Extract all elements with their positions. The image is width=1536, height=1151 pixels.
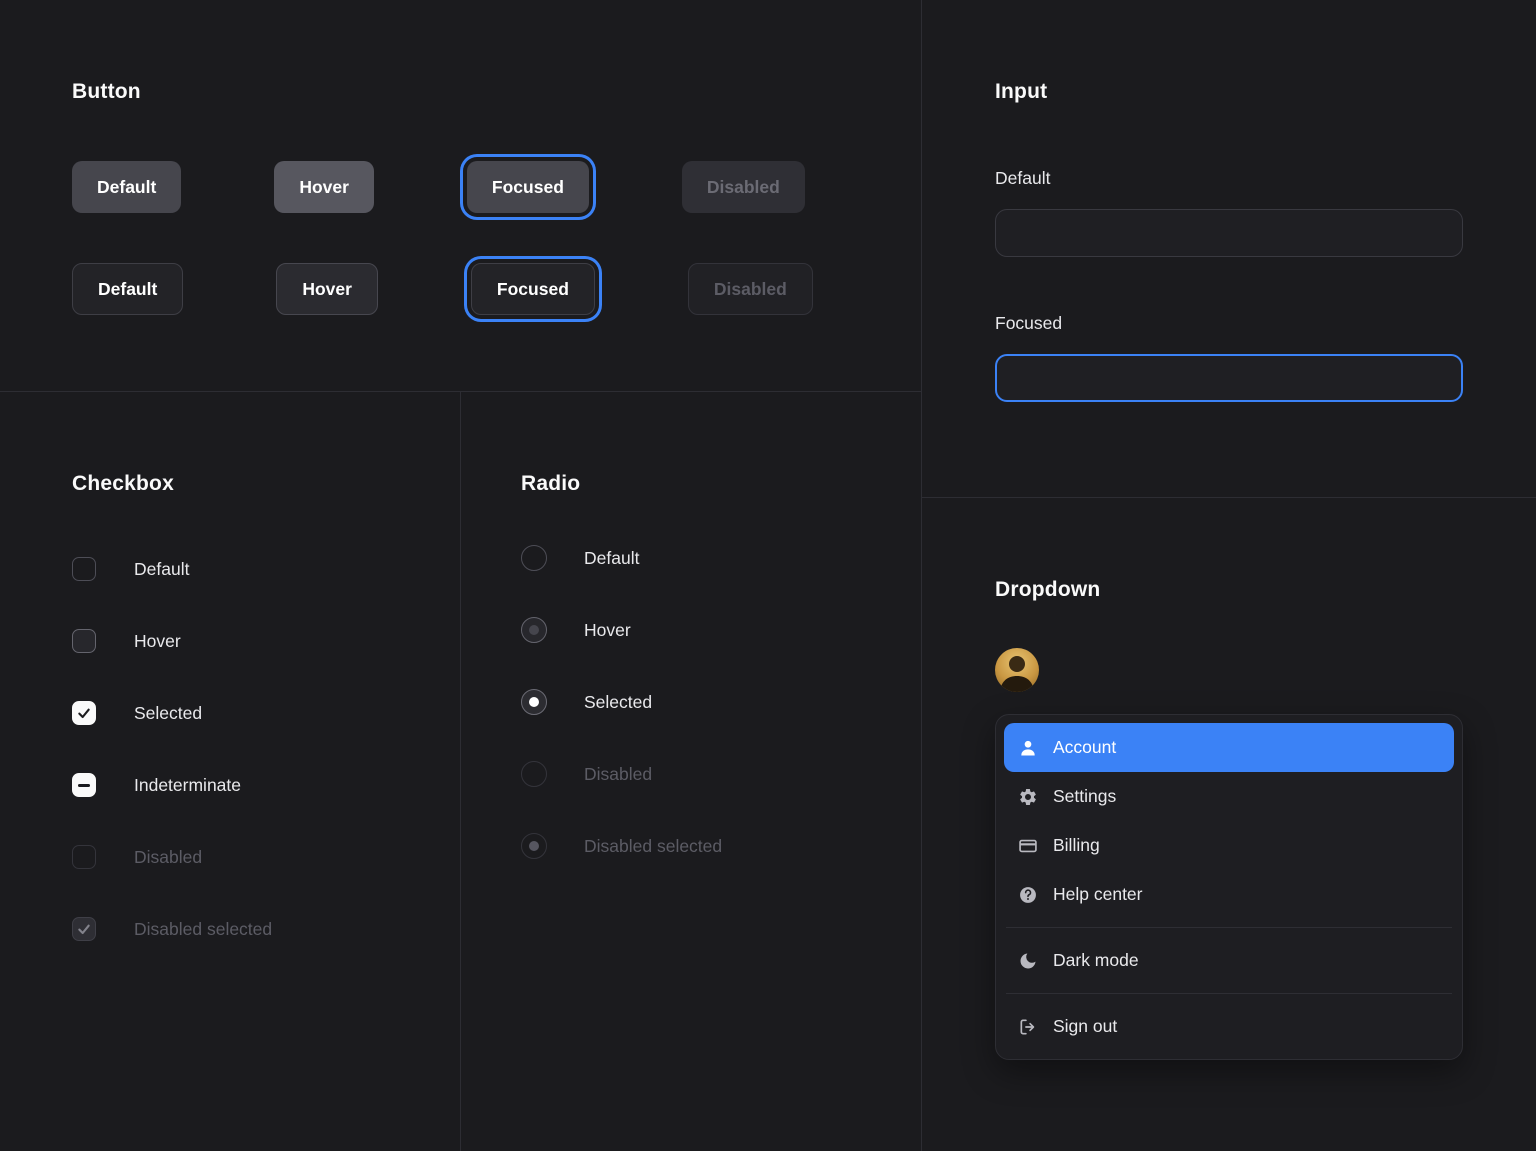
radio-dot bbox=[529, 841, 539, 851]
section-title-input: Input bbox=[995, 80, 1463, 104]
menu-divider bbox=[1006, 993, 1452, 994]
menu-item-label: Dark mode bbox=[1053, 950, 1139, 971]
button-solid-disabled: Disabled bbox=[682, 161, 805, 213]
menu-item-label: Billing bbox=[1053, 835, 1100, 856]
check-icon bbox=[76, 921, 92, 937]
divider-vertical-left bbox=[460, 391, 461, 1151]
checkbox-indeterminate[interactable] bbox=[72, 773, 96, 797]
help-circle-icon bbox=[1018, 885, 1038, 905]
input-default-label: Default bbox=[995, 168, 1463, 189]
button-row-solid: Default Hover Focused Disabled bbox=[72, 161, 813, 213]
check-icon bbox=[76, 705, 92, 721]
menu-item-help-center[interactable]: Help center bbox=[1004, 870, 1454, 919]
button-outline-disabled: Disabled bbox=[688, 263, 813, 315]
gear-icon bbox=[1018, 787, 1038, 807]
checkbox-disabled-selected-label: Disabled selected bbox=[134, 919, 272, 940]
button-outline-hover[interactable]: Hover bbox=[276, 263, 378, 315]
checkbox-disabled-label: Disabled bbox=[134, 847, 202, 868]
section-title-dropdown: Dropdown bbox=[995, 578, 1463, 602]
radio-disabled-selected bbox=[521, 833, 547, 859]
radio-section: Radio Default Hover Selected Disabled Di… bbox=[521, 472, 722, 905]
checkbox-disabled-selected bbox=[72, 917, 96, 941]
radio-row-hover: Hover bbox=[521, 617, 722, 643]
checkbox-row-selected: Selected bbox=[72, 701, 272, 725]
radio-dot bbox=[529, 697, 539, 707]
checkbox-section: Checkbox Default Hover Selected Indeterm… bbox=[72, 472, 272, 989]
checkbox-indeterminate-label: Indeterminate bbox=[134, 775, 241, 796]
button-outline-default[interactable]: Default bbox=[72, 263, 183, 315]
radio-row-disabled: Disabled bbox=[521, 761, 722, 787]
radio-row-default: Default bbox=[521, 545, 722, 571]
menu-item-sign-out[interactable]: Sign out bbox=[1004, 1002, 1454, 1051]
radio-selected[interactable] bbox=[521, 689, 547, 715]
input-section: Input Default Focused bbox=[995, 80, 1463, 402]
menu-item-label: Settings bbox=[1053, 786, 1116, 807]
checkbox-default-label: Default bbox=[134, 559, 189, 580]
section-title-button: Button bbox=[72, 80, 813, 104]
checkbox-disabled bbox=[72, 845, 96, 869]
button-outline-focused[interactable]: Focused bbox=[471, 263, 595, 315]
moon-icon bbox=[1018, 951, 1038, 971]
checkbox-hover[interactable] bbox=[72, 629, 96, 653]
checkbox-row-disabled: Disabled bbox=[72, 845, 272, 869]
user-icon bbox=[1018, 738, 1038, 758]
checkbox-selected-label: Selected bbox=[134, 703, 202, 724]
radio-disabled-selected-label: Disabled selected bbox=[584, 836, 722, 857]
checkbox-selected[interactable] bbox=[72, 701, 96, 725]
button-solid-hover[interactable]: Hover bbox=[274, 161, 374, 213]
divider-vertical-main bbox=[921, 0, 922, 1151]
radio-disabled-label: Disabled bbox=[584, 764, 652, 785]
section-title-checkbox: Checkbox bbox=[72, 472, 272, 496]
dropdown-menu: Account Settings Billing Help center bbox=[995, 714, 1463, 1060]
indeterminate-dash-icon bbox=[78, 784, 90, 787]
avatar[interactable] bbox=[995, 648, 1039, 692]
checkbox-row-hover: Hover bbox=[72, 629, 272, 653]
radio-row-disabled-selected: Disabled selected bbox=[521, 833, 722, 859]
menu-item-label: Help center bbox=[1053, 884, 1143, 905]
input-default[interactable] bbox=[995, 209, 1463, 257]
radio-default[interactable] bbox=[521, 545, 547, 571]
radio-row-selected: Selected bbox=[521, 689, 722, 715]
sign-out-icon bbox=[1018, 1017, 1038, 1037]
menu-item-billing[interactable]: Billing bbox=[1004, 821, 1454, 870]
checkbox-default[interactable] bbox=[72, 557, 96, 581]
menu-item-label: Account bbox=[1053, 737, 1116, 758]
section-title-radio: Radio bbox=[521, 472, 722, 496]
radio-hover-label: Hover bbox=[584, 620, 631, 641]
checkbox-row-default: Default bbox=[72, 557, 272, 581]
button-solid-default[interactable]: Default bbox=[72, 161, 181, 213]
button-solid-focused[interactable]: Focused bbox=[467, 161, 589, 213]
credit-card-icon bbox=[1018, 836, 1038, 856]
radio-hover[interactable] bbox=[521, 617, 547, 643]
menu-divider bbox=[1006, 927, 1452, 928]
checkbox-row-disabled-selected: Disabled selected bbox=[72, 917, 272, 941]
radio-selected-label: Selected bbox=[584, 692, 652, 713]
button-row-outline: Default Hover Focused Disabled bbox=[72, 263, 813, 315]
divider-horizontal-right bbox=[921, 497, 1536, 498]
radio-dot bbox=[529, 625, 539, 635]
menu-item-account[interactable]: Account bbox=[1004, 723, 1454, 772]
dropdown-section: Dropdown Account Settings Billing bbox=[995, 578, 1463, 1060]
checkbox-row-indeterminate: Indeterminate bbox=[72, 773, 272, 797]
checkbox-hover-label: Hover bbox=[134, 631, 181, 652]
menu-item-dark-mode[interactable]: Dark mode bbox=[1004, 936, 1454, 985]
menu-item-label: Sign out bbox=[1053, 1016, 1117, 1037]
radio-default-label: Default bbox=[584, 548, 639, 569]
avatar-silhouette-icon bbox=[995, 648, 1039, 692]
button-section: Button Default Hover Focused Disabled De… bbox=[72, 80, 813, 315]
input-focused-label: Focused bbox=[995, 313, 1463, 334]
input-focused[interactable] bbox=[995, 354, 1463, 402]
menu-item-settings[interactable]: Settings bbox=[1004, 772, 1454, 821]
radio-disabled bbox=[521, 761, 547, 787]
